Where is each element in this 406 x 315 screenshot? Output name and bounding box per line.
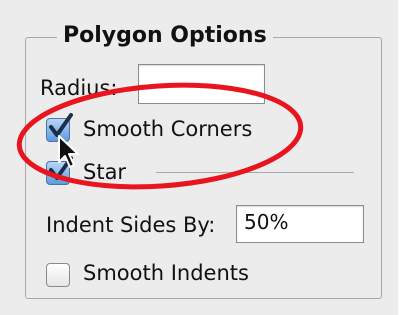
panel-edge: [398, 0, 406, 315]
smooth-indents-label[interactable]: Smooth Indents: [83, 259, 249, 287]
star-divider: [156, 172, 354, 173]
radius-input[interactable]: [138, 64, 265, 104]
smooth-indents-checkbox[interactable]: [46, 263, 70, 287]
indent-sides-label: Indent Sides By:: [46, 213, 216, 237]
radius-label: Radius:: [40, 76, 118, 100]
arrow-cursor-icon: [58, 135, 79, 168]
group-title: Polygon Options: [57, 21, 273, 51]
indent-sides-input[interactable]: 50%: [236, 205, 364, 243]
star-label[interactable]: Star: [83, 158, 126, 186]
smooth-corners-label[interactable]: Smooth Corners: [83, 115, 252, 143]
